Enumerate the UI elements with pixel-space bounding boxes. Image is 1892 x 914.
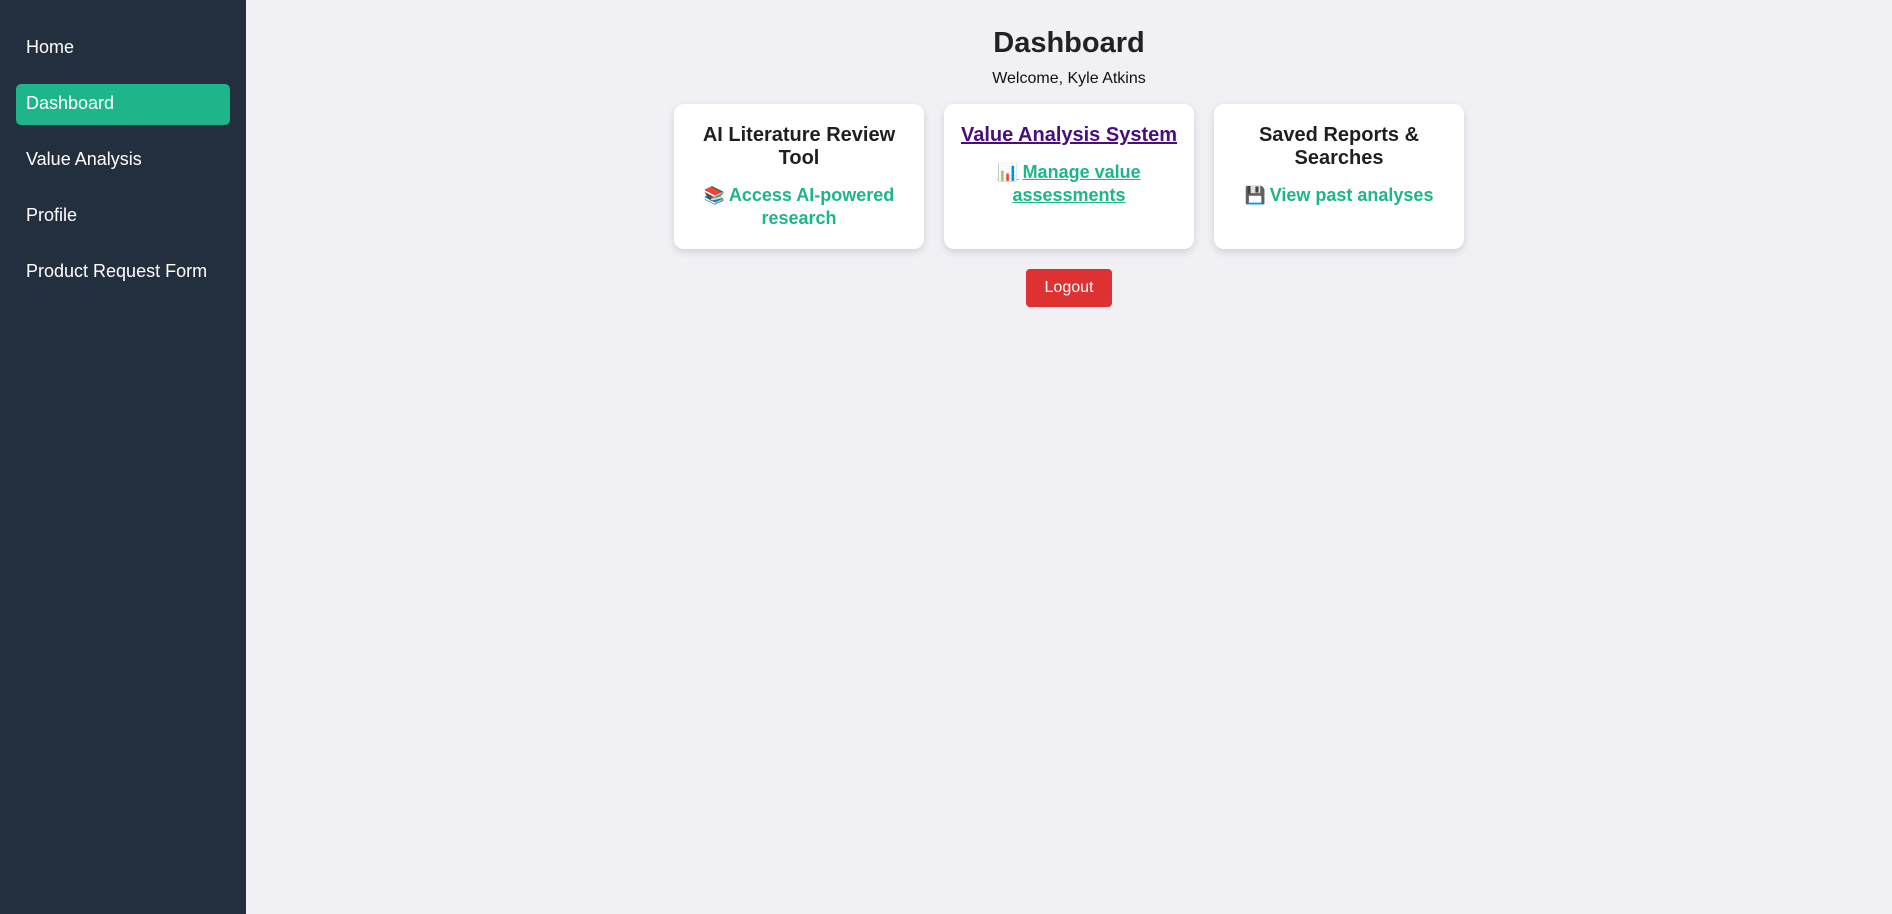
page-title: Dashboard [993,27,1145,59]
card-ai-literature-review: AI Literature Review Tool 📚 Access AI-pow… [674,104,924,249]
logout-button[interactable]: Logout [1025,269,1113,307]
card-title: AI Literature Review Tool [702,124,896,169]
card-link-manage-assessments[interactable]: 📊 Manage value assessments [956,161,1182,207]
card-title: Saved Reports & Searches [1258,124,1420,169]
card-grid: AI Literature Review Tool 📚 Access AI-pow… [674,104,1464,249]
sidebar-item-dashboard[interactable]: Dashboard [16,84,230,125]
card-link-label: View past analyses [1269,185,1434,205]
card-title-link[interactable]: Value Analysis System [956,124,1182,147]
sidebar-item-home[interactable]: Home [16,28,230,69]
books-icon: 📚 [703,186,725,205]
card-link-label: Manage value assessments [1012,162,1141,205]
main-content: Dashboard Welcome, Kyle Atkins AI Litera… [246,0,1892,914]
app-layout: Home Dashboard Value Analysis Profile Pr… [0,0,1892,914]
floppy-disk-icon: 💾 [1244,186,1266,205]
card-link-label: Access AI-powered research [728,185,895,228]
sidebar-item-profile[interactable]: Profile [16,196,230,237]
welcome-message: Welcome, Kyle Atkins [992,70,1146,87]
bar-chart-icon: 📊 [997,163,1019,182]
sidebar: Home Dashboard Value Analysis Profile Pr… [0,0,246,914]
sidebar-item-value-analysis[interactable]: Value Analysis [16,140,230,181]
card-saved-reports: Saved Reports & Searches 💾 View past anal… [1214,104,1464,249]
card-link-past-analyses[interactable]: 💾 View past analyses [1226,184,1452,207]
card-value-analysis-system: Value Analysis System 📊 Manage value asse… [944,104,1194,249]
card-link-ai-research[interactable]: 📚 Access AI-powered research [686,184,912,230]
sidebar-item-product-request-form[interactable]: Product Request Form [16,252,230,293]
